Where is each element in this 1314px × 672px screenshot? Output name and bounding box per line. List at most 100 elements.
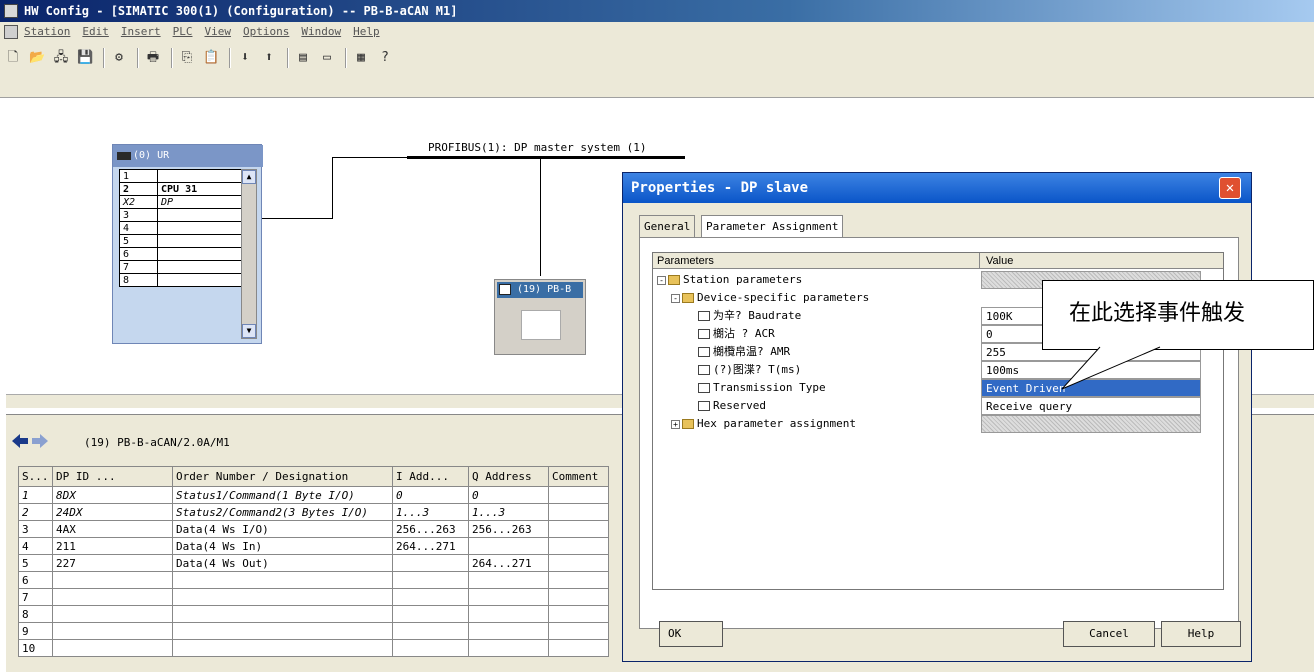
rack-slot-row[interactable]: 2 CPU 31	[119, 182, 255, 196]
menu-plc[interactable]: PLC	[173, 25, 193, 38]
rack-slot-row[interactable]: 3	[119, 208, 255, 222]
menu-window[interactable]: Window	[301, 25, 341, 38]
table-row[interactable]: 3 4AX Data(4 Ws I/O) 256...263 256...263	[18, 520, 609, 538]
table-row[interactable]: 6	[18, 571, 609, 589]
menu-view[interactable]: View	[204, 25, 231, 38]
parameter-icon	[698, 401, 710, 411]
station-menu-icon[interactable]	[4, 25, 18, 39]
parameter-name-cell: 樃沾 ? ACR	[685, 325, 775, 343]
scroll-up-icon[interactable]: ▲	[242, 170, 256, 184]
network-icon[interactable]: 🖧	[52, 48, 70, 66]
table-row[interactable]: 4 211 Data(4 Ws In) 264...271	[18, 537, 609, 555]
parameter-name: Hex parameter assignment	[697, 417, 856, 430]
column-header[interactable]: Order Number / Designation	[172, 466, 393, 487]
table-cell: 264...271	[468, 554, 549, 572]
column-header[interactable]: S...	[18, 466, 53, 487]
table-row[interactable]: 7	[18, 588, 609, 606]
parameter-row[interactable]: + Hex parameter assignment	[653, 415, 1223, 433]
paste-icon[interactable]: 📋	[202, 48, 220, 66]
cancel-button[interactable]: Cancel	[1063, 621, 1155, 647]
upload-icon[interactable]: ⬆	[260, 48, 278, 66]
download-icon[interactable]: ⬇	[236, 48, 254, 66]
dialog-title: Properties - DP slave	[631, 180, 809, 196]
menu-edit[interactable]: Edit	[82, 25, 109, 38]
scroll-down-icon[interactable]: ▼	[242, 324, 256, 338]
table-cell	[548, 571, 609, 589]
copy-icon[interactable]: ⎘	[178, 48, 196, 66]
help-button[interactable]: Help	[1161, 621, 1241, 647]
table-cell	[52, 571, 173, 589]
rack-slot-module	[157, 208, 255, 222]
table-row[interactable]: 1 8DX Status1/Command(1 Byte I/O) 0 0	[18, 486, 609, 504]
table-row[interactable]: 9	[18, 622, 609, 640]
table-cell: 5	[18, 554, 53, 572]
menu-options[interactable]: Options	[243, 25, 289, 38]
catalog-icon[interactable]: ▤	[294, 48, 312, 66]
slave-module-icon	[521, 310, 561, 340]
rack-slot-row[interactable]: 5	[119, 234, 255, 248]
tab-parameter-assignment[interactable]: Parameter Assignment	[701, 215, 844, 237]
rack-slot-number: 6	[119, 247, 158, 261]
table-cell: 10	[18, 639, 53, 657]
column-header[interactable]: Comment	[548, 466, 609, 487]
table-cell	[172, 622, 393, 640]
help-pointer-icon[interactable]: ?	[376, 48, 394, 66]
parameters-column-header[interactable]: Parameters	[657, 253, 714, 269]
column-header[interactable]: I Add...	[392, 466, 469, 487]
menu-help[interactable]: Help	[353, 25, 380, 38]
close-icon[interactable]: ✕	[1219, 177, 1241, 199]
parameter-name-cell: 为辛? Baudrate	[685, 307, 801, 325]
rack-window[interactable]: (0) UR 1 2 CPU 31 X2 DP 3 4 5 6 7 8 ▲ ▼	[112, 144, 263, 344]
rack-slot-module	[157, 234, 255, 248]
rack-slot-row[interactable]: 4	[119, 221, 255, 235]
table-row[interactable]: 2 24DX Status2/Command2(3 Bytes I/O) 1...3 1…	[18, 503, 609, 521]
print-icon[interactable]: 🖶	[144, 48, 162, 66]
table-cell	[52, 605, 173, 623]
table-row[interactable]: 5 227 Data(4 Ws Out) 264...271	[18, 554, 609, 572]
table-row[interactable]: 10	[18, 639, 609, 657]
toolbar-separator	[137, 48, 139, 68]
expand-icon[interactable]: +	[671, 419, 680, 429]
value-column-header[interactable]: Value	[979, 253, 1013, 269]
parameter-row[interactable]: Reserved Receive query	[653, 397, 1223, 415]
ok-button[interactable]: OK	[659, 621, 723, 647]
table-cell: Status2/Command2(3 Bytes I/O)	[172, 503, 393, 521]
table-cell	[392, 605, 469, 623]
table-cell	[52, 639, 173, 657]
table-cell	[548, 537, 609, 555]
table-cell	[548, 554, 609, 572]
view-icon[interactable]: ▭	[318, 48, 336, 66]
menu-station[interactable]: Station	[24, 25, 70, 38]
column-header[interactable]: Q Address	[468, 466, 549, 487]
table-cell	[548, 486, 609, 504]
collapse-icon[interactable]: -	[671, 293, 680, 303]
parameter-value[interactable]: Receive query	[981, 397, 1201, 415]
profibus-drop-line	[540, 158, 541, 276]
menu-insert[interactable]: Insert	[121, 25, 161, 38]
rack-slot-row[interactable]: 7	[119, 260, 255, 274]
rack-slot-row[interactable]: 6	[119, 247, 255, 261]
save-icon[interactable]: 💾	[76, 48, 94, 66]
new-icon[interactable]: 🗋	[4, 48, 22, 66]
table-cell: 0	[392, 486, 469, 504]
tab-general[interactable]: General	[639, 215, 696, 237]
netpro-icon[interactable]: ▦	[352, 48, 370, 66]
parameter-value[interactable]	[981, 415, 1201, 433]
rack-slot-row[interactable]: 1	[119, 169, 255, 183]
parameter-icon	[698, 365, 710, 375]
parameter-name-cell: - Device-specific parameters	[671, 289, 869, 307]
rack-slot-row[interactable]: X2 DP	[119, 195, 255, 209]
rack-slot-row[interactable]: 8	[119, 273, 255, 287]
profibus-line[interactable]	[407, 156, 685, 159]
rack-scrollbar[interactable]: ▲ ▼	[241, 169, 257, 339]
table-row[interactable]: 8	[18, 605, 609, 623]
column-header[interactable]: DP ID ...	[52, 466, 173, 487]
collapse-icon[interactable]: -	[657, 275, 666, 285]
rack-slot-module	[157, 169, 255, 183]
open-icon[interactable]: 📂	[28, 48, 46, 66]
compile-icon[interactable]: ⚙	[110, 48, 128, 66]
parameter-name-cell: Reserved	[685, 397, 766, 415]
annotation-callout: 在此选择事件触发	[1042, 280, 1314, 350]
dp-slave-node[interactable]: (19) PB-B	[494, 279, 586, 355]
back-forward-icon[interactable]	[10, 432, 50, 450]
